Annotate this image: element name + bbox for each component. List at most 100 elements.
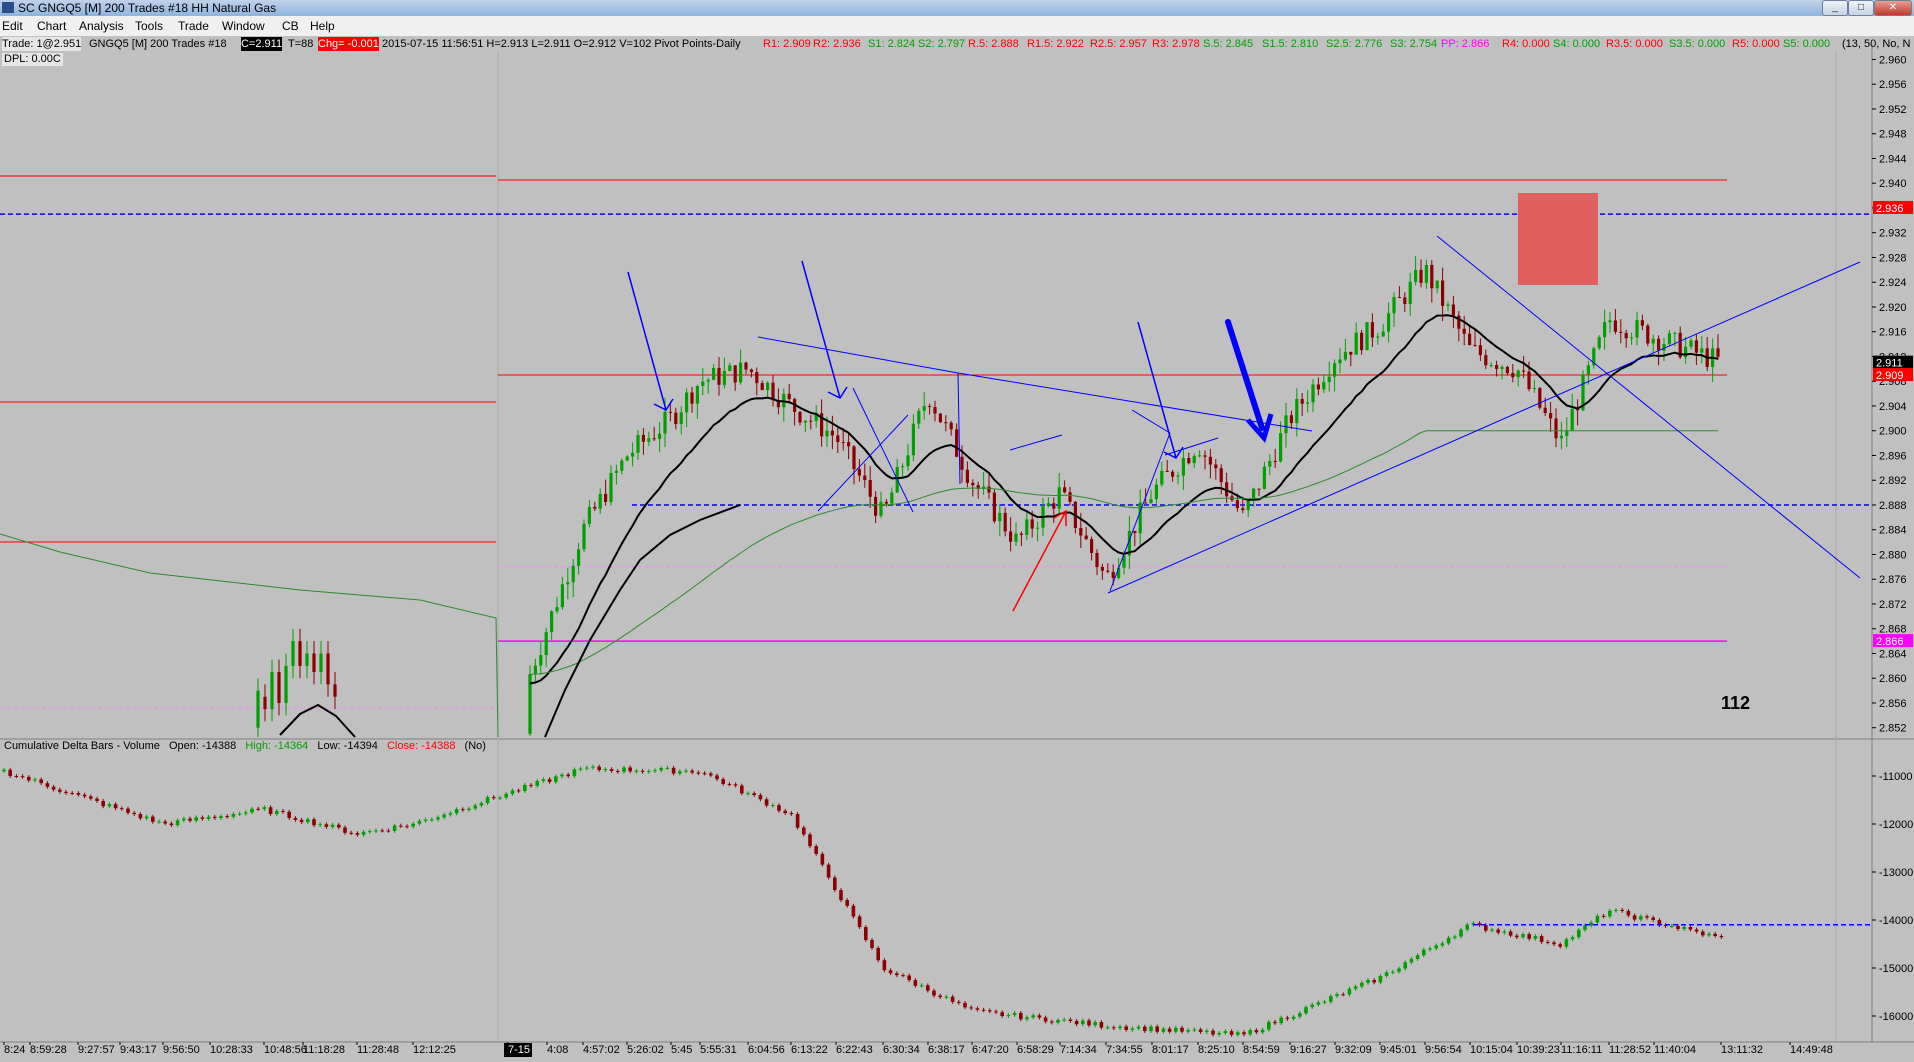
delta-candle xyxy=(678,771,682,774)
price-candle xyxy=(1014,533,1018,542)
delta-candle xyxy=(709,773,713,776)
delta-candle xyxy=(281,810,285,812)
delta-candle xyxy=(1384,972,1389,976)
price-tick-label: 2.940 xyxy=(1879,178,1907,190)
price-candle xyxy=(922,406,926,411)
delta-candle xyxy=(64,791,68,793)
delta-candle xyxy=(1161,1028,1166,1032)
delta-candle xyxy=(392,825,397,831)
price-tick-label: 2.920 xyxy=(1879,302,1907,314)
delta-candle xyxy=(895,973,899,976)
delta-candle xyxy=(1205,1030,1209,1033)
delta-candle xyxy=(1124,1026,1128,1030)
pivot-s3: S3: 2.754 xyxy=(1390,38,1438,50)
delta-tick-label: -14000 xyxy=(1879,915,1913,927)
delta-candle xyxy=(1118,1026,1122,1029)
menu-tools[interactable]: Tools xyxy=(135,19,163,33)
pivot-s1: S1: 2.824 xyxy=(868,38,916,50)
chart-canvas[interactable]: 112 2.9602.9562.9522.9482.9442.9402.9362… xyxy=(0,36,1914,1057)
delta-candle xyxy=(368,831,372,833)
price-candle xyxy=(1684,346,1688,358)
menu-trade[interactable]: Trade xyxy=(178,19,209,33)
delta-candle xyxy=(1688,926,1693,930)
menu-edit[interactable]: Edit xyxy=(2,19,23,33)
menu-analysis[interactable]: Analysis xyxy=(79,19,124,33)
price-candle xyxy=(938,413,942,423)
trendline xyxy=(1109,432,1171,592)
time-label: 9:27:57 xyxy=(78,1044,115,1056)
price-candle xyxy=(1673,332,1677,334)
price-candle xyxy=(1473,344,1477,346)
delta-candle xyxy=(944,996,949,998)
delta-tick-label: -16000 xyxy=(1879,1011,1913,1023)
delta-candle xyxy=(1322,1001,1327,1003)
delta-candle xyxy=(175,820,180,826)
delta-candle xyxy=(554,776,558,782)
price-candle xyxy=(917,410,921,424)
price-candle xyxy=(1441,280,1445,306)
delta-candle xyxy=(981,1009,986,1011)
delta-candle xyxy=(2,769,6,772)
price-candle xyxy=(625,456,629,461)
menu-window[interactable]: Window xyxy=(222,19,265,33)
delta-candle xyxy=(826,864,831,878)
price-candle xyxy=(1624,332,1628,339)
delta-candle xyxy=(411,823,415,827)
price-candle xyxy=(544,632,548,656)
price-tick-label: 2.960 xyxy=(1879,54,1907,66)
delta-candle xyxy=(640,770,645,772)
price-tick-label: 2.904 xyxy=(1879,401,1907,413)
price-candle xyxy=(539,655,543,666)
pivot-s35: S3.5: 0.000 xyxy=(1669,38,1726,50)
delta-candle xyxy=(76,793,81,795)
delta-candle xyxy=(913,980,918,986)
price-candle xyxy=(1057,487,1061,509)
price-candle xyxy=(690,392,694,404)
price-candle xyxy=(1716,348,1720,357)
delta-candle xyxy=(516,790,521,792)
time-label: 4:57:02 xyxy=(583,1044,620,1056)
price-candle xyxy=(944,422,948,424)
price-candle xyxy=(1549,413,1553,419)
price-candle xyxy=(1165,470,1169,472)
delta-candle xyxy=(1583,925,1587,930)
delta-candle xyxy=(1155,1026,1159,1032)
menu-chart[interactable]: Chart xyxy=(37,19,66,33)
price-candle xyxy=(1009,531,1013,542)
price-candle xyxy=(1262,466,1266,489)
delta-candle xyxy=(20,776,25,778)
price-candle xyxy=(1171,471,1175,477)
price-candle xyxy=(668,411,672,413)
price-candle xyxy=(305,653,309,666)
price-candle xyxy=(1025,519,1029,535)
delta-candle xyxy=(113,804,118,809)
delta-candle xyxy=(14,775,19,777)
delta-candle xyxy=(870,939,874,948)
menu-cb[interactable]: CB xyxy=(282,19,299,33)
delta-candle xyxy=(783,810,787,814)
price-candle xyxy=(560,584,564,608)
menu-help[interactable]: Help xyxy=(310,19,335,33)
delta-candle xyxy=(1291,1016,1296,1019)
price-candle xyxy=(1700,348,1704,353)
delta-candle xyxy=(473,805,477,809)
price-tick-label: 2.880 xyxy=(1879,549,1907,561)
time-label: 13:11:32 xyxy=(1721,1044,1763,1056)
delta-candle xyxy=(938,995,942,998)
price-candle xyxy=(1316,384,1320,390)
delta-candle xyxy=(1298,1013,1302,1017)
price-candle xyxy=(955,429,959,457)
delta-candle xyxy=(1366,980,1370,983)
delta-candle xyxy=(1217,1032,1221,1035)
delta-candle xyxy=(1198,1029,1203,1033)
delta-candle xyxy=(1564,939,1569,947)
price-tick-label: 2.948 xyxy=(1879,129,1907,141)
price-candle xyxy=(1430,264,1434,289)
minimize-button[interactable]: _ xyxy=(1822,0,1848,16)
close-button[interactable]: ✕ xyxy=(1874,0,1912,16)
price-candle xyxy=(1214,464,1218,469)
maximize-button[interactable]: □ xyxy=(1848,0,1874,16)
chart-area[interactable]: 112 2.9602.9562.9522.9482.9442.9402.9362… xyxy=(0,36,1914,1057)
price-candle xyxy=(298,641,302,666)
delta-candle xyxy=(132,812,136,815)
